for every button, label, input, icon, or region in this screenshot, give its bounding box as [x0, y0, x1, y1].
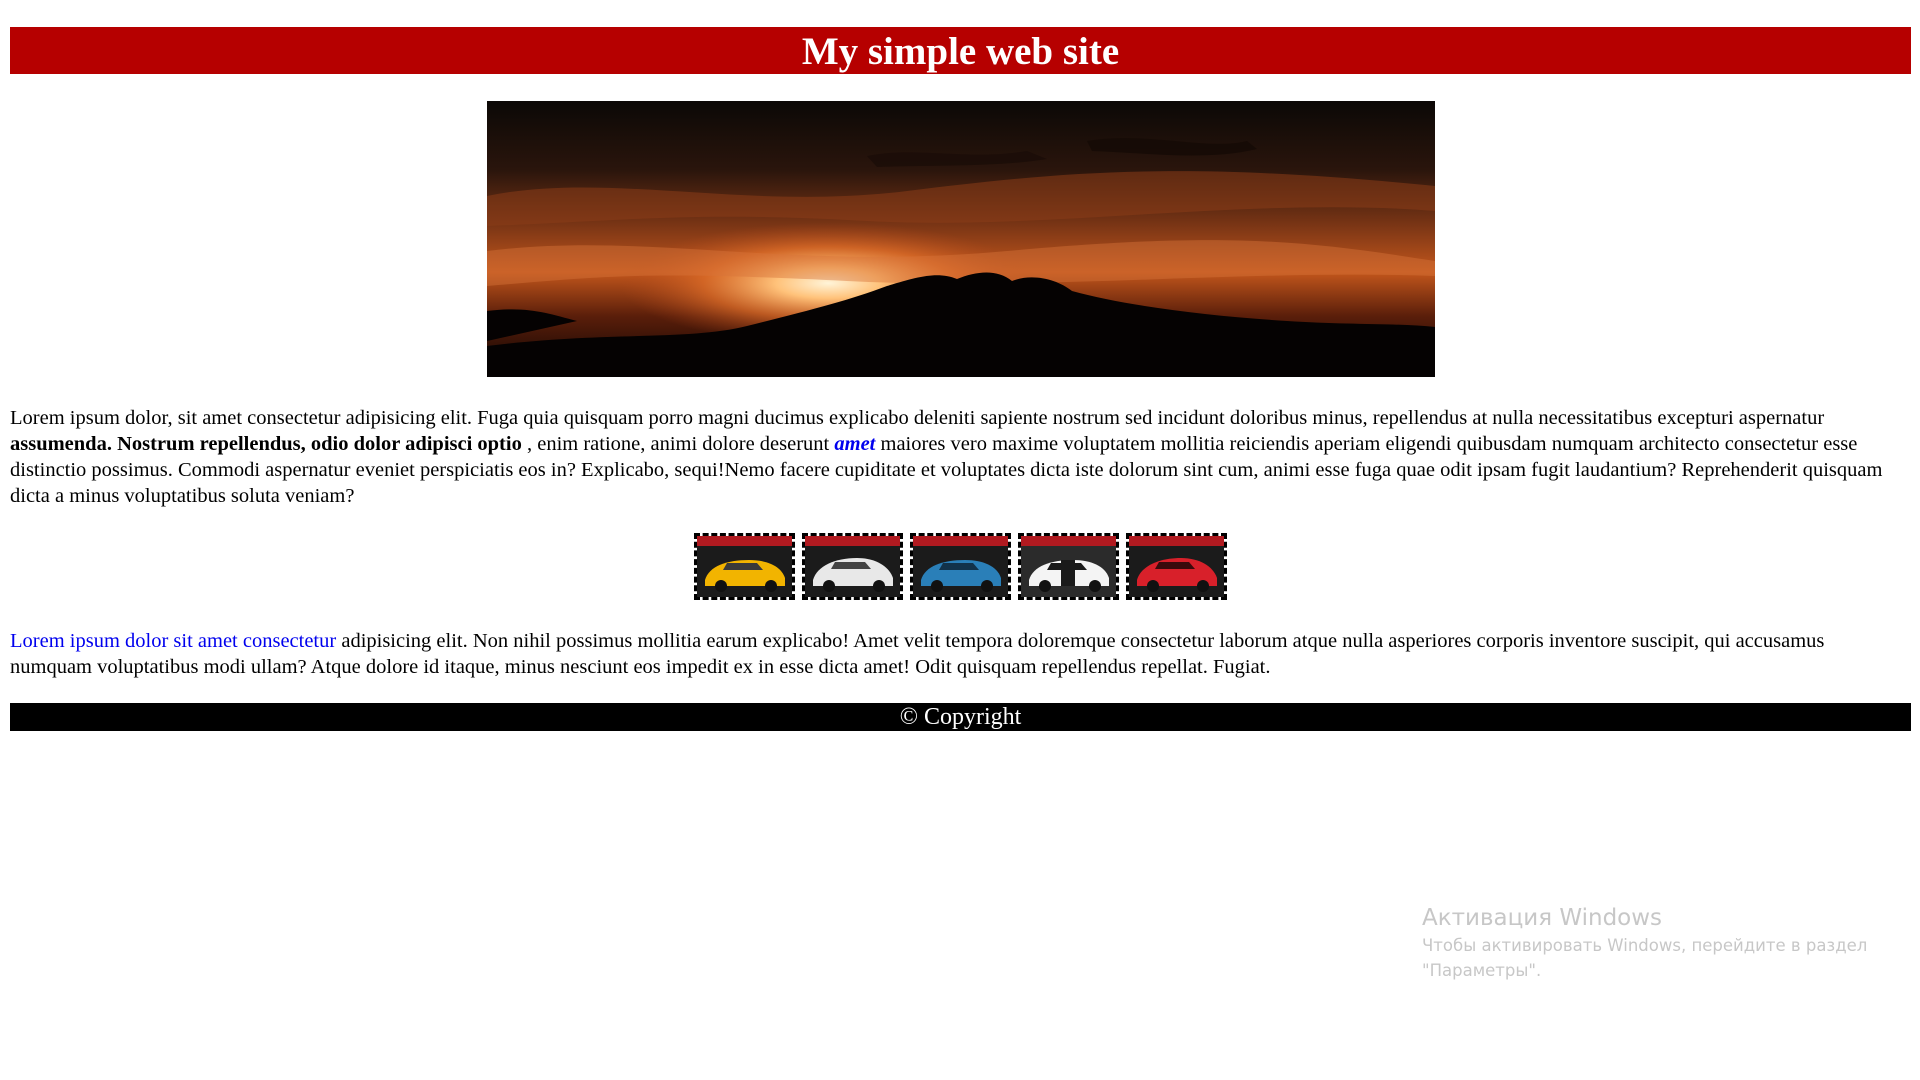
watermark-line-2: "Параметры".: [1422, 961, 1542, 980]
banner-container: [10, 101, 1911, 377]
yellow-car-image: [694, 533, 795, 600]
site-title: My simple web site: [801, 30, 1120, 73]
white-car-image: [802, 533, 903, 600]
sunset-banner-image: [486, 101, 1435, 377]
windows-activation-watermark: Активация Windows Чтобы активировать Win…: [1422, 903, 1867, 983]
lorem-link[interactable]: Lorem ipsum dolor sit amet consectetur: [10, 630, 336, 652]
copyright-text: © Copyright: [899, 704, 1022, 730]
intro-bold-text: assumenda. Nostrum repellendus, odio dol…: [10, 433, 522, 455]
red-car-image: [1126, 533, 1227, 600]
intro-paragraph: Lorem ipsum dolor, sit amet consectetur …: [10, 405, 1911, 509]
watermark-line-1: Чтобы активировать Windows, перейдите в …: [1422, 936, 1868, 955]
second-paragraph: Lorem ipsum dolor sit amet consectetur a…: [10, 628, 1911, 680]
intro-text-b: , enim ratione, animi dolore deserunt: [521, 433, 835, 455]
watermark-title: Активация Windows: [1422, 905, 1663, 931]
site-footer: © Copyright: [10, 703, 1911, 731]
intro-text-a: Lorem ipsum dolor, sit amet consectetur …: [10, 407, 1825, 429]
amet-link[interactable]: amet: [834, 433, 875, 455]
car-gallery: [10, 533, 1911, 600]
site-header: My simple web site: [10, 27, 1911, 74]
blue-car-image: [910, 533, 1011, 600]
page-container: My simple web site Lorem ipsum dolor, si…: [10, 27, 1911, 731]
black-white-car-image: [1018, 533, 1119, 600]
